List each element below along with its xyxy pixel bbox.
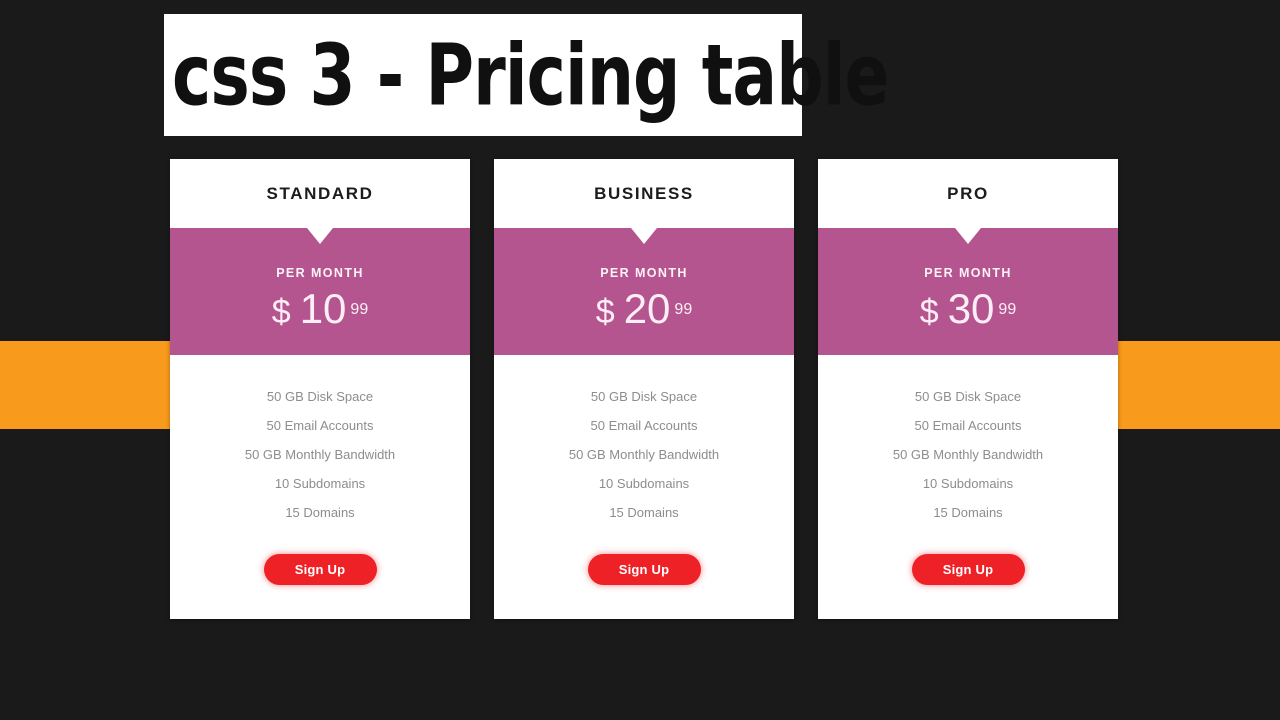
price-band-pro: PER MONTH $ 30 99 [818, 228, 1118, 355]
cta-area-pro: Sign Up [818, 527, 1118, 619]
orange-accent-bar-right [1118, 341, 1280, 429]
price-cents: 99 [998, 301, 1017, 318]
title-banner: css 3 - Pricing table [164, 14, 889, 136]
card-header-standard: STANDARD [170, 159, 470, 228]
pricing-card-pro[interactable]: PRO PER MONTH $ 30 99 50 GB Disk Space 5… [818, 159, 1118, 619]
plan-name: BUSINESS [594, 183, 694, 203]
plan-name: STANDARD [266, 183, 374, 203]
price-amount: 30 [947, 285, 995, 332]
orange-accent-bar-left [0, 341, 170, 429]
price-amount: 20 [623, 285, 671, 332]
list-item: 10 Subdomains [922, 476, 1014, 491]
list-item: 50 Email Accounts [914, 418, 1022, 433]
period-label: PER MONTH [276, 266, 364, 280]
price-amount: 10 [299, 285, 347, 332]
price-display: $ 30 99 [920, 288, 1016, 330]
sign-up-button[interactable]: Sign Up [911, 554, 1025, 585]
price-cents: 99 [674, 301, 693, 318]
list-item: 50 Email Accounts [266, 418, 374, 433]
list-item: 50 GB Monthly Bandwidth [568, 447, 720, 462]
list-item: 50 Email Accounts [590, 418, 698, 433]
list-item: 50 GB Monthly Bandwidth [244, 447, 396, 462]
list-item: 15 Domains [609, 505, 679, 520]
list-item: 50 GB Disk Space [914, 389, 1022, 404]
pricing-card-business[interactable]: BUSINESS PER MONTH $ 20 99 50 GB Disk Sp… [494, 159, 794, 619]
triangle-notch-icon [631, 228, 657, 244]
triangle-notch-icon [307, 228, 333, 244]
cta-area-standard: Sign Up [170, 527, 470, 619]
list-item: 15 Domains [285, 505, 355, 520]
sign-up-button[interactable]: Sign Up [263, 554, 377, 585]
card-header-business: BUSINESS [494, 159, 794, 228]
list-item: 50 GB Disk Space [590, 389, 698, 404]
currency-symbol: $ [919, 293, 939, 331]
card-header-pro: PRO [818, 159, 1118, 228]
list-item: 50 GB Disk Space [266, 389, 374, 404]
sign-up-button[interactable]: Sign Up [587, 554, 701, 585]
triangle-notch-icon [955, 228, 981, 244]
list-item: 15 Domains [933, 505, 1003, 520]
cta-area-business: Sign Up [494, 527, 794, 619]
plan-name: PRO [947, 183, 989, 203]
feature-list-business: 50 GB Disk Space 50 Email Accounts 50 GB… [494, 355, 794, 527]
pricing-card-standard[interactable]: STANDARD PER MONTH $ 10 99 50 GB Disk Sp… [170, 159, 470, 619]
pricing-table: STANDARD PER MONTH $ 10 99 50 GB Disk Sp… [170, 159, 1118, 619]
period-label: PER MONTH [924, 266, 1012, 280]
price-display: $ 10 99 [272, 288, 368, 330]
list-item: 50 GB Monthly Bandwidth [892, 447, 1044, 462]
currency-symbol: $ [595, 293, 615, 331]
feature-list-standard: 50 GB Disk Space 50 Email Accounts 50 GB… [170, 355, 470, 527]
list-item: 10 Subdomains [598, 476, 690, 491]
feature-list-pro: 50 GB Disk Space 50 Email Accounts 50 GB… [818, 355, 1118, 527]
price-display: $ 20 99 [596, 288, 692, 330]
price-cents: 99 [350, 301, 369, 318]
price-band-standard: PER MONTH $ 10 99 [170, 228, 470, 355]
period-label: PER MONTH [600, 266, 688, 280]
currency-symbol: $ [271, 293, 291, 331]
price-band-business: PER MONTH $ 20 99 [494, 228, 794, 355]
list-item: 10 Subdomains [274, 476, 366, 491]
page-title: css 3 - Pricing table [172, 25, 889, 125]
